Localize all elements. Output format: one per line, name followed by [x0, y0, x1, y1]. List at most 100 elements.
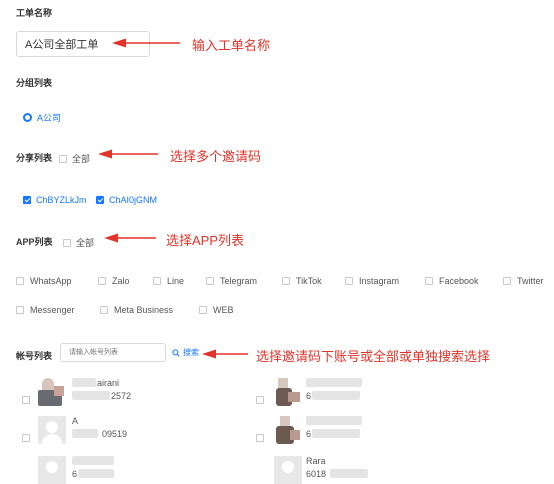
account-id: 6: [72, 469, 78, 479]
account-search-button[interactable]: 搜索: [172, 347, 199, 358]
checkbox[interactable]: [503, 277, 511, 285]
app-list-label: APP列表: [16, 237, 53, 247]
app-option-label: TikTok: [296, 276, 322, 286]
checkbox[interactable]: [22, 396, 30, 404]
app-option-twitter[interactable]: Twitter: [503, 276, 544, 286]
app-option-label: Facebook: [439, 276, 479, 286]
checkbox[interactable]: [256, 396, 264, 404]
avatar: [38, 456, 66, 484]
checkbox[interactable]: [256, 434, 264, 442]
app-option-label: Messenger: [30, 305, 75, 315]
share-list-annotation: 选择多个邀请码: [170, 149, 262, 164]
app-option-tiktok[interactable]: TikTok: [282, 276, 322, 286]
redacted-id: [330, 469, 368, 478]
app-option-telegram[interactable]: Telegram: [206, 276, 257, 286]
group-list-label: 分组列表: [16, 78, 53, 88]
account-list-label: 帐号列表: [16, 351, 53, 361]
invite-code-label: ChAI0jGNM: [109, 194, 158, 205]
checkbox[interactable]: [425, 277, 433, 285]
account-list-annotation: 选择邀请码下账号或全部或单独搜索选择: [256, 349, 491, 364]
app-all-checkbox[interactable]: 全部: [63, 234, 94, 252]
red-arrow-icon: [104, 233, 156, 243]
ticket-name-annotation: 输入工单名称: [192, 38, 271, 53]
account-name: A: [72, 416, 79, 426]
account-item[interactable]: A 09519: [22, 414, 222, 450]
account-search-input[interactable]: [60, 343, 166, 362]
app-option-label: WEB: [213, 305, 234, 315]
share-all-label: 全部: [72, 154, 91, 165]
checkbox-checked[interactable]: [96, 195, 104, 204]
checkbox[interactable]: [282, 277, 290, 285]
checkbox[interactable]: [98, 277, 106, 285]
app-option-facebook[interactable]: Facebook: [425, 276, 479, 286]
checkbox[interactable]: [153, 277, 161, 285]
group-option-a[interactable]: A公司: [23, 109, 61, 127]
account-item[interactable]: 6: [22, 452, 222, 484]
redacted-name: [306, 378, 362, 387]
checkbox[interactable]: [199, 306, 207, 314]
invite-code-option-1[interactable]: ChBYZLkJm: [23, 191, 87, 209]
app-option-meta-business[interactable]: Meta Business: [100, 305, 173, 315]
redacted-name: [72, 456, 114, 465]
invite-code-option-2[interactable]: ChAI0jGNM: [96, 191, 157, 209]
checkbox-checked[interactable]: [23, 195, 31, 204]
search-icon: [172, 348, 180, 357]
group-option-label: A公司: [37, 113, 62, 124]
redacted-name: [306, 416, 362, 425]
red-arrow-icon: [202, 349, 248, 359]
app-option-messenger[interactable]: Messenger: [16, 305, 75, 315]
app-option-zalo[interactable]: Zalo: [98, 276, 130, 286]
avatar: [274, 456, 302, 484]
app-option-label: Twitter: [517, 276, 544, 286]
account-name: Rara: [306, 456, 326, 466]
checkbox[interactable]: [345, 277, 353, 285]
app-list-annotation: 选择APP列表: [166, 233, 245, 248]
share-list-label: 分享列表: [16, 153, 53, 163]
radio-selected[interactable]: [23, 113, 32, 123]
checkbox[interactable]: [206, 277, 214, 285]
app-option-whatsapp[interactable]: WhatsApp: [16, 276, 72, 286]
account-item[interactable]: Rara 6018: [256, 452, 456, 484]
account-item[interactable]: airani 2572: [22, 376, 222, 412]
app-option-label: WhatsApp: [30, 276, 72, 286]
account-item[interactable]: 6: [256, 376, 456, 412]
app-all-label: 全部: [76, 238, 95, 249]
avatar: [38, 416, 66, 444]
checkbox[interactable]: [16, 306, 24, 314]
app-option-label: Line: [167, 276, 185, 286]
share-all-checkbox[interactable]: 全部: [59, 150, 90, 168]
checkbox[interactable]: [22, 434, 30, 442]
app-option-web[interactable]: WEB: [199, 305, 234, 315]
redacted-id: [72, 429, 98, 438]
checkbox[interactable]: [59, 154, 67, 163]
account-name: airani: [97, 378, 120, 388]
app-option-label: Telegram: [220, 276, 258, 286]
app-option-label: Zalo: [112, 276, 130, 286]
redacted-id: [312, 429, 360, 438]
app-option-instagram[interactable]: Instagram: [345, 276, 399, 286]
checkbox[interactable]: [16, 277, 24, 285]
avatar: [38, 378, 66, 406]
avatar: [274, 378, 302, 406]
checkbox[interactable]: [63, 238, 71, 247]
red-arrow-icon: [98, 149, 158, 159]
redacted-name: [72, 378, 96, 387]
redacted-id: [72, 391, 110, 400]
account-id: 6: [306, 391, 312, 401]
checkbox[interactable]: [100, 306, 108, 314]
account-item[interactable]: 6: [256, 414, 456, 450]
avatar: [274, 416, 302, 444]
app-option-line[interactable]: Line: [153, 276, 184, 286]
account-id: 09519: [102, 429, 128, 439]
redacted-id: [312, 391, 360, 400]
red-arrow-icon: [112, 38, 180, 48]
account-id: 6018: [306, 469, 327, 479]
ticket-name-label: 工单名称: [16, 8, 53, 18]
redacted-id: [78, 469, 114, 478]
account-id: 6: [306, 429, 312, 439]
app-option-label: Instagram: [359, 276, 400, 286]
account-id: 2572: [111, 391, 132, 401]
app-option-label: Meta Business: [114, 305, 174, 315]
search-button-label: 搜索: [183, 348, 199, 357]
invite-code-label: ChBYZLkJm: [36, 194, 87, 205]
